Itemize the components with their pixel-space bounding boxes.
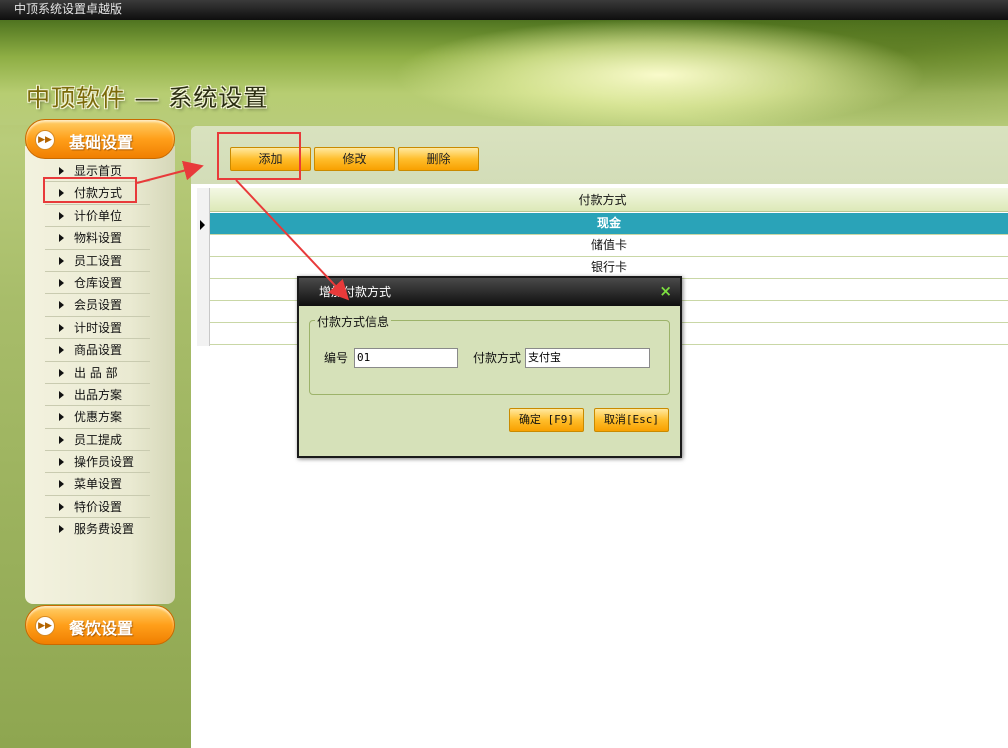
app-header: 中顶软件 — 系统设置 — [0, 20, 1008, 125]
table-row[interactable]: 储值卡 — [210, 235, 1008, 257]
dialog-titlebar[interactable]: 增加付款方式 — [299, 278, 680, 306]
sidebar-item[interactable]: 优惠方案 — [45, 406, 150, 429]
sidebar-item[interactable]: 物料设置 — [45, 227, 150, 250]
sidebar-item-label: 仓库设置 — [74, 275, 123, 290]
sidebar-item[interactable]: 服务费设置 — [45, 518, 150, 540]
page-title: 中顶软件 — 系统设置 — [26, 78, 268, 113]
triangle-right-icon — [59, 346, 64, 355]
triangle-right-icon — [59, 413, 64, 422]
sidebar-item[interactable]: 操作员设置 — [45, 451, 150, 474]
confirm-button[interactable]: 确定 [F9] — [509, 408, 584, 432]
add-payment-dialog: 增加付款方式 × 付款方式信息 编号 01 付款方式 支付宝 确定 [F9] 取… — [297, 276, 682, 458]
sidebar-item[interactable]: 商品设置 — [45, 339, 150, 362]
sidebar-item[interactable]: 特价设置 — [45, 496, 150, 519]
brand-name: 中顶软件 — [26, 84, 126, 112]
title-separator: — — [126, 84, 169, 112]
sidebar-item-label: 显示首页 — [74, 164, 123, 178]
delete-button[interactable]: 删除 — [398, 147, 479, 171]
sidebar-item-label: 计时设置 — [74, 320, 123, 335]
triangle-right-icon — [59, 480, 64, 489]
sidebar-item[interactable]: 计时设置 — [45, 317, 150, 340]
code-input[interactable]: 01 — [354, 348, 458, 368]
cancel-button[interactable]: 取消[Esc] — [594, 408, 669, 432]
sidebar-item-label: 员工设置 — [74, 253, 123, 268]
grid-column-header[interactable]: ≣ 付款方式 — [197, 188, 1008, 212]
sidebar-item[interactable]: 员工提成 — [45, 429, 150, 452]
sidebar-item[interactable]: 出品方案 — [45, 384, 150, 407]
sidebar-item[interactable]: 仓库设置 — [45, 272, 150, 295]
triangle-right-icon — [59, 234, 64, 243]
table-row[interactable]: 现金 — [210, 213, 1008, 235]
sidebar-section-catering[interactable]: ▶▶ 餐饮设置 — [25, 605, 175, 645]
triangle-right-icon — [59, 390, 64, 399]
sidebar-item[interactable]: 出 品 部 — [45, 362, 150, 384]
sidebar-item-label: 出 品 部 — [74, 365, 118, 380]
fast-forward-icon: ▶▶ — [35, 616, 55, 636]
grid-row-indicator-column — [197, 188, 210, 346]
fast-forward-icon: ▶▶ — [35, 130, 55, 150]
sidebar-item-label: 服务费设置 — [74, 522, 135, 537]
sidebar-item-label: 出品方案 — [74, 387, 123, 402]
window-title: 中顶系统设置卓越版 — [14, 2, 123, 16]
current-row-arrow-icon — [200, 220, 205, 230]
sidebar-item-label: 操作员设置 — [74, 455, 135, 470]
sidebar-nav-list: 显示首页 付款方式 计价单位 物料设置 员工设置 仓库设置 会员设置 计时设置 商品设置出 品 … — [45, 160, 150, 541]
triangle-right-icon — [59, 525, 64, 534]
payment-name-label: 付款方式 — [473, 351, 522, 365]
annotation-highlight-add-button — [217, 132, 301, 180]
triangle-right-icon — [59, 435, 64, 444]
triangle-right-icon — [59, 301, 64, 310]
window-titlebar: 中顶系统设置卓越版 — [0, 0, 1008, 20]
triangle-right-icon — [59, 368, 64, 377]
close-icon[interactable]: × — [659, 282, 672, 300]
grid-column-header-label: 付款方式 — [578, 193, 627, 207]
sidebar-item[interactable]: 员工设置 — [45, 250, 150, 272]
sidebar-item[interactable]: 计价单位 — [45, 205, 150, 228]
sidebar-item[interactable]: 菜单设置 — [45, 473, 150, 496]
triangle-right-icon — [59, 278, 64, 287]
triangle-right-icon — [59, 256, 64, 265]
sidebar-section-basic-label: 基础设置 — [69, 133, 134, 152]
sidebar-item-label: 菜单设置 — [74, 477, 123, 492]
edit-button[interactable]: 修改 — [314, 147, 395, 171]
sidebar-section-catering-label: 餐饮设置 — [69, 619, 134, 638]
triangle-right-icon — [59, 167, 64, 175]
triangle-right-icon — [59, 211, 64, 220]
sidebar-item-label: 会员设置 — [74, 298, 123, 313]
sidebar-item-label: 商品设置 — [74, 343, 123, 358]
section-title: 系统设置 — [168, 84, 269, 112]
code-label: 编号 — [324, 351, 349, 365]
payment-info-group-label: 付款方式信息 — [315, 313, 392, 330]
dialog-title: 增加付款方式 — [319, 285, 392, 299]
toolbar: 添加 修改 删除 — [191, 126, 1008, 184]
sidebar-item-label: 特价设置 — [74, 499, 123, 514]
sidebar-item-label: 物料设置 — [74, 231, 123, 246]
triangle-right-icon — [59, 502, 64, 511]
sidebar-item-label: 计价单位 — [74, 208, 123, 223]
triangle-right-icon — [59, 323, 64, 332]
sidebar-item-label: 员工提成 — [74, 432, 123, 447]
sidebar-section-basic[interactable]: ▶▶ 基础设置 — [25, 119, 175, 159]
sidebar-item[interactable]: 会员设置 — [45, 294, 150, 317]
sidebar-item-label: 优惠方案 — [74, 410, 123, 425]
annotation-highlight-payment-item — [43, 177, 137, 203]
triangle-right-icon — [59, 458, 64, 467]
payment-name-input[interactable]: 支付宝 — [525, 348, 650, 368]
